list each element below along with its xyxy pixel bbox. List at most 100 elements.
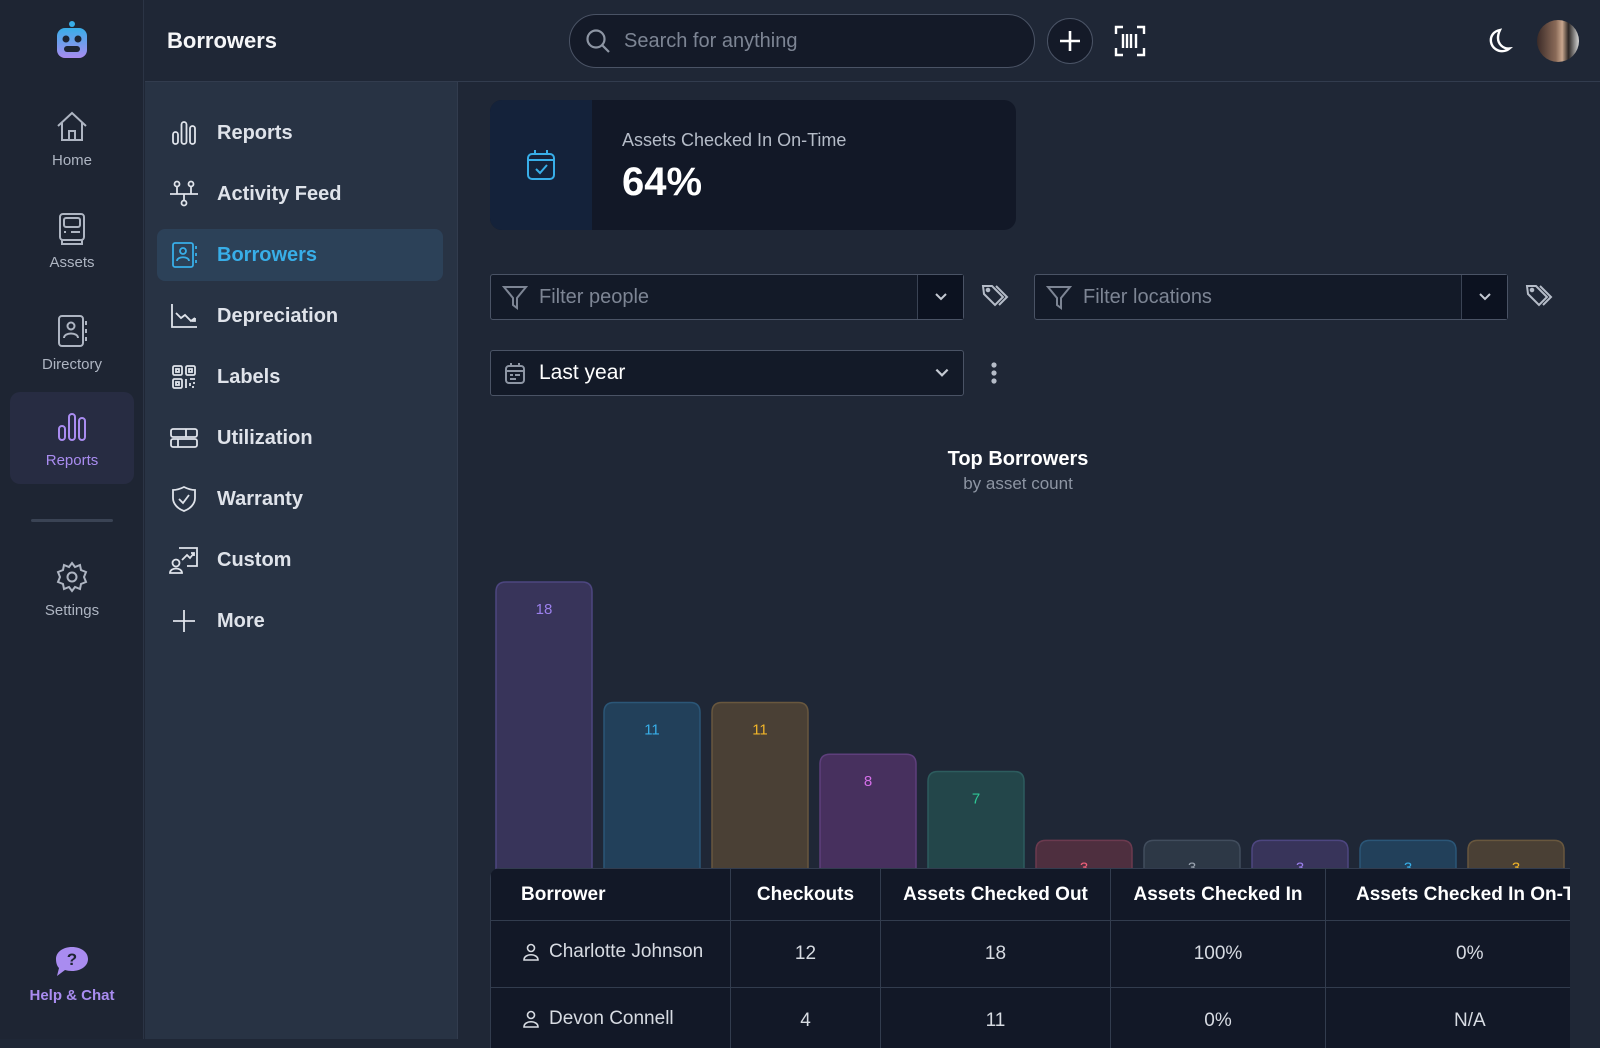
subnav-label: More <box>217 610 265 633</box>
person-icon <box>521 1009 541 1029</box>
search-bar[interactable] <box>569 14 1035 68</box>
filter-people[interactable] <box>490 274 964 320</box>
barcode-scan-icon[interactable] <box>1113 24 1147 58</box>
subnav-item-activity-feed[interactable]: Activity Feed <box>157 168 443 220</box>
subnav-label: Warranty <box>217 488 303 511</box>
add-button[interactable] <box>1047 18 1093 64</box>
tags-icon[interactable] <box>980 282 1010 312</box>
chart-data-label: 7 <box>972 790 980 807</box>
bar-chart-icon <box>53 408 91 446</box>
subnav-label: Activity Feed <box>217 183 341 206</box>
column-header-assets-checked-in-on-time[interactable]: Assets Checked In On-Time <box>1326 869 1571 921</box>
calendar-check-icon <box>525 148 557 182</box>
subnav-item-utilization[interactable]: Utilization <box>157 412 443 464</box>
column-header-assets-checked-in[interactable]: Assets Checked In <box>1111 869 1326 921</box>
directory-icon <box>53 312 91 350</box>
rail-item-reports[interactable]: Reports <box>10 392 134 484</box>
subnav-item-custom[interactable]: Custom <box>157 534 443 586</box>
rail-label: Reports <box>46 452 99 469</box>
chart-data-label: 8 <box>864 773 872 790</box>
subnav-label: Reports <box>217 122 293 145</box>
rail-item-settings[interactable]: Settings <box>10 542 134 634</box>
tags-icon[interactable] <box>1524 282 1554 312</box>
table-header-row: Borrower Checkouts Assets Checked Out As… <box>491 869 1571 921</box>
search-icon <box>584 27 612 55</box>
top-bar: Borrowers <box>145 0 1600 82</box>
subnav-item-labels[interactable]: Labels <box>157 351 443 403</box>
column-header-checkouts[interactable]: Checkouts <box>731 869 881 921</box>
rail-label: Directory <box>42 356 102 373</box>
chevron-down-icon <box>1477 289 1493 305</box>
rail-label: Settings <box>45 602 99 619</box>
calendar-icon <box>503 361 527 385</box>
filter-locations[interactable] <box>1034 274 1508 320</box>
assets-icon <box>53 210 91 248</box>
borrowers-icon <box>169 240 199 270</box>
chart-subtitle: by asset count <box>778 474 1258 494</box>
stat-value: 64% <box>622 160 702 205</box>
search-input[interactable] <box>624 30 1004 53</box>
chart-data-label: 11 <box>752 722 768 739</box>
rail-item-assets[interactable]: Assets <box>10 194 134 286</box>
subnav-label: Depreciation <box>217 305 338 328</box>
dark-mode-moon-icon[interactable] <box>1485 27 1513 55</box>
date-range-value: Last year <box>539 361 933 385</box>
subnav-item-reports[interactable]: Reports <box>157 107 443 159</box>
help-chat-label: Help & Chat <box>29 987 114 1004</box>
column-header-assets-checked-out[interactable]: Assets Checked Out <box>881 869 1111 921</box>
app-rail: Home Assets Directory Reports Settings ?… <box>0 0 144 1039</box>
column-header-borrower[interactable]: Borrower <box>491 869 731 921</box>
subnav-item-warranty[interactable]: Warranty <box>157 473 443 525</box>
filter-funnel-icon <box>1045 283 1073 311</box>
main-content: Assets Checked In On-Time 64% Last year … <box>458 82 1600 1039</box>
chevron-down-icon <box>933 289 949 305</box>
plus-icon <box>1058 29 1082 53</box>
cell-checkouts: 12 <box>731 921 881 988</box>
rail-item-home[interactable]: Home <box>10 92 134 184</box>
chart-title: Top Borrowers <box>778 448 1258 471</box>
rail-divider <box>31 519 113 522</box>
home-icon <box>53 108 91 146</box>
chart-bar[interactable] <box>496 582 592 892</box>
borrower-name[interactable]: Charlotte Johnson <box>549 941 703 963</box>
subnav-item-more[interactable]: More <box>157 595 443 647</box>
rail-item-directory[interactable]: Directory <box>10 296 134 388</box>
stat-card-on-time: Assets Checked In On-Time 64% <box>490 100 1016 230</box>
qr-code-icon <box>169 362 199 392</box>
table-row[interactable]: Charlotte Johnson 12 18 100% 0% <box>491 921 1571 988</box>
filter-locations-dropdown-button[interactable] <box>1461 275 1507 319</box>
filter-funnel-icon <box>501 283 529 311</box>
rail-label: Assets <box>49 254 94 271</box>
cell-assets-checked-in: 100% <box>1111 921 1326 988</box>
more-options-icon[interactable] <box>984 358 1004 388</box>
user-avatar[interactable] <box>1537 20 1579 62</box>
chevron-down-icon <box>933 364 951 382</box>
filter-locations-input[interactable] <box>1083 286 1461 309</box>
filter-people-dropdown-button[interactable] <box>917 275 963 319</box>
app-logo-icon[interactable] <box>52 20 92 60</box>
help-chat-button[interactable]: ? Help & Chat <box>10 945 134 1025</box>
page-title: Borrowers <box>167 28 277 54</box>
borrower-name[interactable]: Devon Connell <box>549 1008 674 1030</box>
bar-chart-icon <box>169 118 199 148</box>
utilization-icon <box>169 423 199 453</box>
subnav-label: Utilization <box>217 427 313 450</box>
stat-icon-panel <box>490 100 592 230</box>
chart-data-label: 11 <box>644 722 660 739</box>
subnav-label: Labels <box>217 366 280 389</box>
subnav-label: Custom <box>217 549 291 572</box>
top-borrowers-chart: 1811118733333 <box>490 492 1570 912</box>
cell-assets-checked-out: 18 <box>881 921 1111 988</box>
filter-people-input[interactable] <box>539 286 917 309</box>
subnav-item-depreciation[interactable]: Depreciation <box>157 290 443 342</box>
subnav-item-borrowers[interactable]: Borrowers <box>157 229 443 281</box>
shield-check-icon <box>169 484 199 514</box>
stat-label: Assets Checked In On-Time <box>622 130 846 151</box>
depreciation-chart-icon <box>169 301 199 331</box>
svg-text:?: ? <box>67 950 77 969</box>
date-range-select[interactable]: Last year <box>490 350 964 396</box>
gear-icon <box>53 558 91 596</box>
plus-icon <box>169 606 199 636</box>
custom-report-icon <box>169 545 199 575</box>
borrowers-table: Borrower Checkouts Assets Checked Out As… <box>490 868 1570 1048</box>
